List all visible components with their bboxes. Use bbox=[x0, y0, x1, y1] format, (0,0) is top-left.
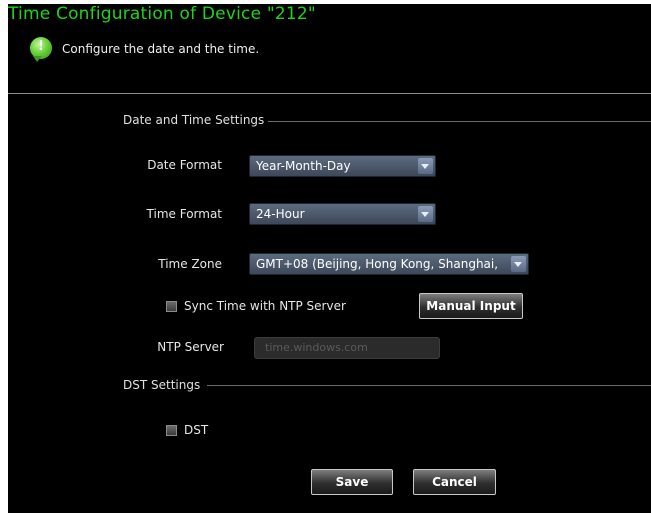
dst-checkbox[interactable] bbox=[166, 425, 177, 436]
dst-section-divider bbox=[207, 385, 651, 386]
page-subtitle: Configure the date and the time. bbox=[62, 42, 260, 56]
time-zone-select[interactable]: GMT+08 (Beijing, Hong Kong, Shanghai, bbox=[249, 253, 529, 275]
ntp-server-input[interactable]: time.windows.com bbox=[254, 337, 440, 359]
page-title: Time Configuration of Device "212" bbox=[8, 4, 316, 24]
time-zone-label: Time Zone bbox=[158, 257, 222, 271]
date-format-select[interactable]: Year-Month-Day bbox=[249, 155, 436, 177]
cancel-button[interactable]: Cancel bbox=[413, 469, 496, 495]
chevron-down-icon bbox=[418, 206, 433, 222]
date-format-value: Year-Month-Day bbox=[256, 159, 351, 173]
date-time-section-title: Date and Time Settings bbox=[123, 113, 265, 127]
date-format-label: Date Format bbox=[147, 158, 222, 172]
save-button[interactable]: Save bbox=[311, 469, 393, 495]
chevron-down-icon bbox=[418, 158, 433, 174]
ntp-server-label: NTP Server bbox=[157, 340, 224, 354]
dst-label: DST bbox=[184, 423, 209, 437]
sync-ntp-label: Sync Time with NTP Server bbox=[184, 299, 346, 313]
info-icon: ! bbox=[30, 37, 52, 62]
time-format-value: 24-Hour bbox=[256, 207, 305, 221]
manual-input-button[interactable]: Manual Input bbox=[419, 293, 523, 319]
time-zone-value: GMT+08 (Beijing, Hong Kong, Shanghai, bbox=[256, 257, 499, 271]
time-format-label: Time Format bbox=[146, 207, 222, 221]
sync-ntp-checkbox[interactable] bbox=[166, 301, 177, 312]
dst-section-title: DST Settings bbox=[123, 378, 201, 392]
header-divider bbox=[8, 93, 651, 94]
date-time-section-divider bbox=[268, 121, 651, 122]
chevron-down-icon bbox=[511, 256, 526, 272]
time-format-select[interactable]: 24-Hour bbox=[249, 203, 436, 225]
